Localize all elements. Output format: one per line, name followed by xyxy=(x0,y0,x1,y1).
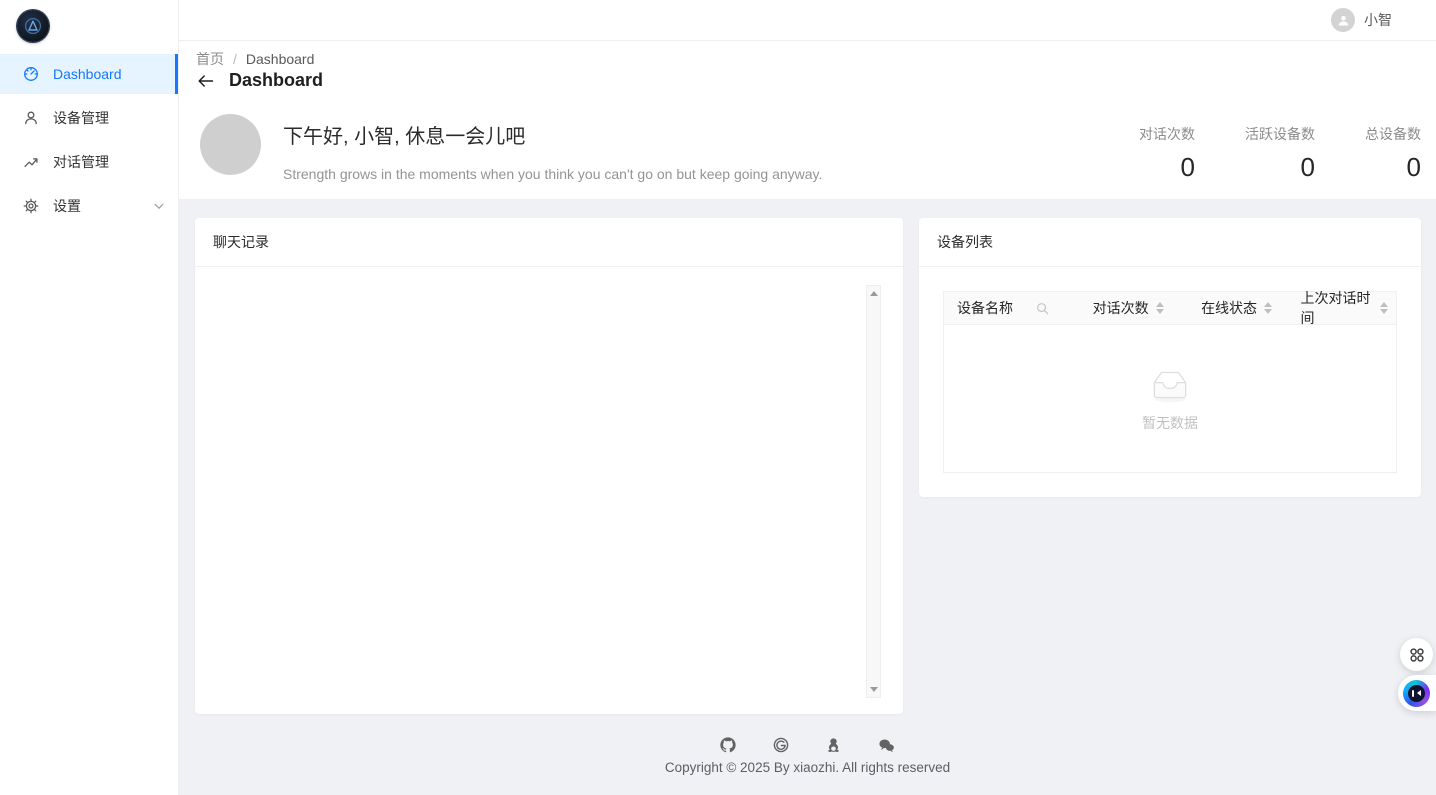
chat-history-card: 聊天记录 xyxy=(195,218,903,714)
column-online-status[interactable]: 在线状态 xyxy=(1188,292,1287,324)
column-device-name[interactable]: 设备名称 xyxy=(944,292,1080,324)
stats-row: 对话次数 0 活跃设备数 0 总设备数 0 xyxy=(1139,124,1421,183)
greeting-avatar xyxy=(200,114,261,175)
column-chat-count[interactable]: 对话次数 xyxy=(1080,292,1188,324)
breadcrumb-current: Dashboard xyxy=(246,51,315,67)
search-icon[interactable] xyxy=(1036,302,1049,315)
copyright-text: Copyright © 2025 By xiaozhi. All rights … xyxy=(179,760,1436,775)
vertical-scrollbar[interactable] xyxy=(866,285,881,698)
breadcrumb: 首页 / Dashboard xyxy=(196,49,314,69)
sidebar-menu: Dashboard 设备管理 对话管理 xyxy=(0,54,178,230)
apps-float-button[interactable] xyxy=(1400,638,1433,671)
column-label: 对话次数 xyxy=(1093,298,1149,318)
gear-icon xyxy=(23,198,39,214)
four-dots-icon xyxy=(1408,646,1426,664)
topbar: 小智 xyxy=(179,0,1436,41)
scroll-up-arrow-icon[interactable] xyxy=(870,291,878,296)
stat-value: 0 xyxy=(1139,152,1195,183)
user-avatar xyxy=(1331,8,1355,32)
user-menu[interactable]: 小智 xyxy=(1331,8,1392,32)
empty-text: 暂无数据 xyxy=(1142,413,1198,433)
chevron-down-icon xyxy=(154,203,164,210)
sort-icon[interactable] xyxy=(1380,302,1388,314)
greeting-title: 下午好, 小智, 休息一会儿吧 xyxy=(283,120,822,149)
greeting-quote: Strength grows in the moments when you t… xyxy=(283,166,822,182)
column-label: 在线状态 xyxy=(1201,298,1257,318)
gitee-icon[interactable] xyxy=(773,737,789,753)
column-last-chat-time[interactable]: 上次对话时间 xyxy=(1288,292,1396,324)
column-label: 设备名称 xyxy=(957,298,1013,318)
sort-icon[interactable] xyxy=(1264,302,1272,314)
ai-robot-icon xyxy=(1403,680,1430,707)
greeting-texts: 下午好, 小智, 休息一会儿吧 Strength grows in the mo… xyxy=(283,114,822,182)
sidebar: Dashboard 设备管理 对话管理 xyxy=(0,0,179,795)
sidebar-item-label: 设备管理 xyxy=(53,108,109,128)
chat-history-body xyxy=(195,267,903,714)
arrow-left-icon[interactable] xyxy=(197,73,214,89)
main-content: 聊天记录 设备列表 设备名称 对话次数 xyxy=(179,199,1436,795)
page-header-section: 首页 / Dashboard Dashboard 下午好, 小智, 休息一会儿吧… xyxy=(179,41,1436,199)
device-list-card: 设备列表 设备名称 对话次数 在线状态 xyxy=(919,218,1421,497)
chat-history-title: 聊天记录 xyxy=(195,218,903,267)
breadcrumb-separator: / xyxy=(233,51,237,67)
wechat-icon[interactable] xyxy=(878,738,895,753)
greeting-block: 下午好, 小智, 休息一会儿吧 Strength grows in the mo… xyxy=(200,114,822,182)
sort-icon[interactable] xyxy=(1156,302,1164,314)
stat-label: 活跃设备数 xyxy=(1245,124,1315,144)
sidebar-item-conversations[interactable]: 对话管理 xyxy=(0,142,178,182)
stat-conversations: 对话次数 0 xyxy=(1139,124,1195,183)
sidebar-item-devices[interactable]: 设备管理 xyxy=(0,98,178,138)
sidebar-item-settings[interactable]: 设置 xyxy=(0,186,178,226)
stat-value: 0 xyxy=(1365,152,1421,183)
stat-label: 对话次数 xyxy=(1139,124,1195,144)
qq-icon[interactable] xyxy=(826,737,841,753)
footer-icons xyxy=(179,737,1436,753)
stat-total-devices: 总设备数 0 xyxy=(1365,124,1421,183)
scroll-down-arrow-icon[interactable] xyxy=(870,687,878,692)
person-icon xyxy=(1337,14,1350,27)
sidebar-item-dashboard[interactable]: Dashboard xyxy=(0,54,178,94)
device-list-title: 设备列表 xyxy=(919,218,1421,267)
device-table-header: 设备名称 对话次数 在线状态 上次对话时间 xyxy=(944,292,1396,325)
sidebar-item-label: 对话管理 xyxy=(53,152,109,172)
sidebar-item-label: 设置 xyxy=(53,196,81,216)
github-icon[interactable] xyxy=(720,737,736,753)
empty-inbox-icon xyxy=(1145,365,1195,405)
device-table: 设备名称 对话次数 在线状态 上次对话时间 xyxy=(943,291,1397,473)
stat-label: 总设备数 xyxy=(1365,124,1421,144)
stat-active-devices: 活跃设备数 0 xyxy=(1245,124,1315,183)
footer: Copyright © 2025 By xiaozhi. All rights … xyxy=(179,737,1436,775)
trend-icon xyxy=(23,154,39,170)
column-label: 上次对话时间 xyxy=(1301,288,1373,328)
ai-assistant-float-button[interactable] xyxy=(1398,675,1436,711)
app-logo-icon xyxy=(23,16,43,36)
stat-value: 0 xyxy=(1245,152,1315,183)
sidebar-item-label: Dashboard xyxy=(53,66,122,82)
empty-state: 暂无数据 xyxy=(944,325,1396,473)
breadcrumb-home[interactable]: 首页 xyxy=(196,49,224,69)
user-name: 小智 xyxy=(1364,10,1392,30)
title-row: Dashboard xyxy=(197,70,323,91)
dashboard-icon xyxy=(23,66,39,82)
app-logo[interactable] xyxy=(17,10,49,42)
page-title: Dashboard xyxy=(229,70,323,91)
device-user-icon xyxy=(23,110,39,126)
